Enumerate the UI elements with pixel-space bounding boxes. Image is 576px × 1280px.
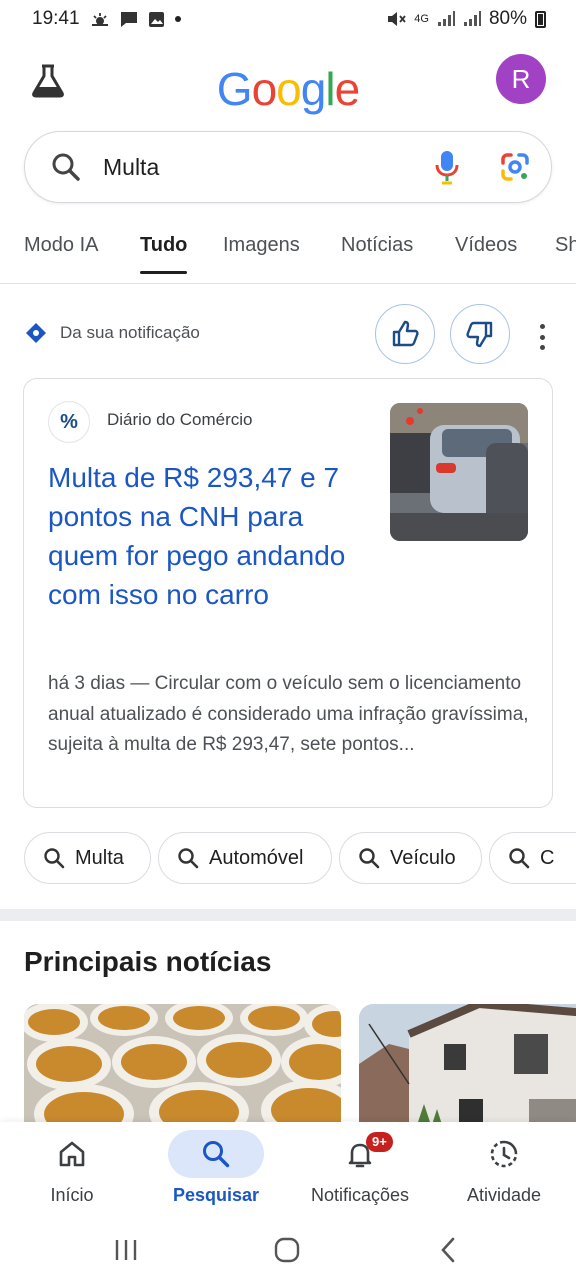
battery-icon bbox=[535, 10, 546, 28]
signal-icon-2 bbox=[463, 11, 481, 26]
thumbs-down-button[interactable] bbox=[450, 304, 510, 364]
logo-letter: G bbox=[216, 63, 253, 115]
tab-imagens[interactable]: Imagens bbox=[223, 234, 300, 257]
tab-videos[interactable]: Vídeos bbox=[455, 234, 517, 257]
food-bowls-image bbox=[24, 1004, 341, 1134]
status-time: 19:41 bbox=[32, 8, 80, 29]
article-thumbnail[interactable] bbox=[390, 403, 528, 541]
logo-letter: e bbox=[334, 63, 361, 115]
tab-modo-ia[interactable]: Modo IA bbox=[24, 234, 98, 257]
more-options-icon[interactable] bbox=[532, 324, 552, 350]
tab-shopping[interactable]: Sh bbox=[555, 234, 576, 257]
google-logo: Google bbox=[0, 62, 576, 116]
logo-letter: o bbox=[251, 63, 278, 115]
chip-label: Veículo bbox=[390, 846, 456, 869]
gallery-icon bbox=[148, 11, 164, 27]
search-icon bbox=[359, 848, 380, 869]
top-story-image-2[interactable] bbox=[359, 1004, 576, 1134]
search-icon bbox=[44, 848, 65, 869]
back-chevron-icon bbox=[441, 1237, 455, 1263]
google-lens-icon[interactable] bbox=[499, 151, 531, 183]
battery-percent: 80% bbox=[488, 8, 527, 29]
notification-dot-icon bbox=[174, 16, 181, 22]
logo-letter: o bbox=[276, 63, 302, 115]
tab-noticias[interactable]: Notícias bbox=[341, 234, 413, 257]
car-traffic-image bbox=[390, 403, 528, 541]
nav-label: Atividade bbox=[466, 1185, 542, 1205]
chip-label: C bbox=[540, 846, 555, 869]
tab-tudo[interactable]: Tudo bbox=[140, 234, 188, 274]
nav-label: Notificações bbox=[310, 1185, 410, 1205]
home-button[interactable] bbox=[267, 1230, 307, 1270]
recent-apps-icon bbox=[115, 1240, 137, 1260]
thumbs-down-icon bbox=[466, 321, 493, 348]
top-story-image-1[interactable] bbox=[24, 1004, 341, 1134]
nav-pesquisar[interactable]: Pesquisar bbox=[144, 1122, 288, 1222]
chip-label: Multa bbox=[75, 846, 124, 869]
nav-inicio[interactable]: Início bbox=[0, 1122, 144, 1222]
source-logo: % bbox=[48, 401, 90, 443]
chip-more[interactable]: C bbox=[489, 832, 576, 884]
source-name[interactable]: Diário do Comércio bbox=[107, 410, 253, 430]
nav-label: Início bbox=[50, 1185, 94, 1205]
related-chips: Multa Automóvel Veículo C bbox=[0, 832, 576, 886]
signal-icon bbox=[437, 11, 455, 26]
notification-source-label: Da sua notificação bbox=[60, 323, 200, 342]
thumbs-up-icon bbox=[392, 320, 419, 347]
home-icon bbox=[59, 1141, 85, 1167]
top-stories-heading: Principais notícias bbox=[24, 946, 272, 977]
news-card[interactable]: % Diário do Comércio Multa de R$ 293,47 … bbox=[23, 378, 553, 808]
app-header: Google R bbox=[0, 50, 576, 120]
microphone-icon[interactable] bbox=[435, 149, 459, 185]
status-bar: 19:41 4G 80% bbox=[0, 0, 576, 38]
thumbs-up-button[interactable] bbox=[375, 304, 435, 364]
article-title-link[interactable]: Multa de R$ 293,47 e 7 pontos na CNH par… bbox=[48, 458, 378, 614]
system-navigation-bar bbox=[0, 1222, 576, 1280]
avatar[interactable]: R bbox=[496, 54, 546, 104]
search-icon[interactable] bbox=[51, 152, 81, 182]
nav-label: Pesquisar bbox=[172, 1185, 260, 1205]
search-input[interactable] bbox=[103, 153, 435, 181]
chip-multa[interactable]: Multa bbox=[24, 832, 151, 884]
search-icon bbox=[203, 1141, 230, 1168]
message-icon bbox=[120, 11, 137, 27]
home-circle-icon bbox=[274, 1237, 300, 1263]
search-icon bbox=[509, 848, 530, 869]
diamond-icon bbox=[26, 323, 46, 343]
nav-notificacoes[interactable]: 9+ Notificações bbox=[288, 1122, 432, 1222]
section-divider bbox=[0, 909, 576, 921]
search-icon bbox=[178, 848, 199, 869]
bottom-navigation: Início Pesquisar 9+ Notificações Ativida… bbox=[0, 1122, 576, 1222]
chip-veiculo[interactable]: Veículo bbox=[339, 832, 482, 884]
mute-icon bbox=[388, 12, 406, 26]
search-bar[interactable] bbox=[24, 131, 552, 203]
chip-label: Automóvel bbox=[209, 846, 304, 869]
chip-automovel[interactable]: Automóvel bbox=[158, 832, 332, 884]
article-snippet: há 3 dias — Circular com o veículo sem o… bbox=[48, 673, 529, 755]
recent-apps-button[interactable] bbox=[106, 1230, 146, 1270]
logo-letter: g bbox=[300, 63, 327, 115]
damaged-building-image bbox=[359, 1004, 576, 1134]
network-type: 4G bbox=[414, 12, 429, 25]
notification-row: Da sua notificação bbox=[0, 302, 576, 366]
logo-letter: l bbox=[325, 63, 335, 115]
activity-icon bbox=[490, 1140, 518, 1168]
notification-badge: 9+ bbox=[366, 1132, 393, 1152]
search-tabs: Modo IA Tudo Imagens Notícias Vídeos Sh bbox=[0, 222, 576, 284]
nav-atividade[interactable]: Atividade bbox=[432, 1122, 576, 1222]
back-button[interactable] bbox=[428, 1230, 468, 1270]
weather-icon bbox=[91, 13, 108, 26]
